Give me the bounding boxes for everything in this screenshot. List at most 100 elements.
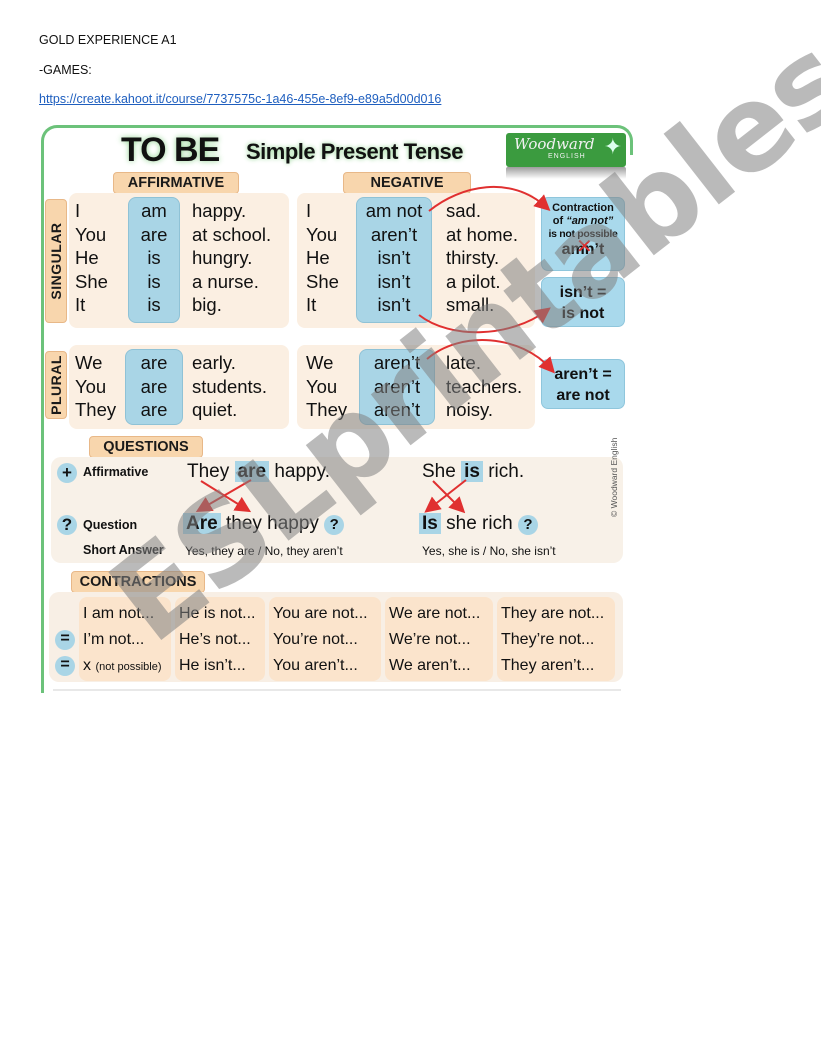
ex1-subject: They	[187, 461, 230, 482]
short-answer-label: Short Answer	[83, 543, 164, 557]
infographic-subtitle: Simple Present Tense	[246, 139, 464, 164]
ex2-verb: is	[461, 461, 483, 482]
table-cell-subject: She	[75, 270, 108, 292]
ex2-question-verb: Is	[419, 513, 441, 534]
table-cell-verb: are	[140, 223, 168, 245]
contraction-full: We are not...	[389, 605, 481, 622]
ex1-rest: happy.	[274, 461, 330, 482]
table-cell-verb: are	[140, 399, 168, 420]
table-cell-subject: They	[75, 399, 117, 420]
question-label: Question	[83, 518, 138, 532]
contraction-short1: We’re not...	[389, 631, 471, 648]
kahoot-link[interactable]: https://create.kahoot.it/course/7737575c…	[39, 92, 441, 106]
table-cell-verb: are	[140, 375, 168, 397]
contraction-full: He is not...	[179, 605, 256, 622]
arent-note-line2: are not	[556, 387, 610, 404]
logo-sub: ENGLISH	[548, 153, 586, 160]
ex2-short-answer: Yes, she is / No, she isn’t	[422, 544, 556, 558]
table-cell-verb: are	[140, 352, 168, 373]
amnot-note-line2: of “am not”	[542, 215, 624, 228]
table-cell-subject: I	[306, 200, 312, 221]
document-heading: GOLD EXPERIENCE A1	[39, 33, 177, 47]
table-cell-verb: isn’t	[377, 270, 411, 292]
amnot-note-line1: Contraction	[552, 202, 614, 214]
table-cell-subject: It	[306, 294, 317, 315]
contraction-short1: They’re not...	[501, 631, 595, 648]
ex2-affirmative: She is rich.	[422, 461, 524, 483]
isnt-note: isn’t = is not	[541, 277, 625, 327]
woodward-logo: Woodward ENGLISH ✦	[506, 133, 626, 167]
table-cell-subject: They	[306, 399, 348, 420]
affirmative-label: Affirmative	[83, 465, 149, 479]
singular-label: SINGULAR	[48, 222, 64, 300]
contraction-not-possible: x (not possible)	[83, 653, 162, 680]
table-cell-verb: is	[147, 270, 161, 292]
plural-tag: PLURAL	[45, 351, 67, 419]
cross-mark-icon: ✕	[576, 236, 593, 258]
ex1-question-verb: Are	[183, 513, 221, 534]
ex2-subject: She	[422, 461, 456, 482]
table-cell-complement: quiet.	[192, 399, 238, 420]
table-cell-subject: It	[75, 294, 86, 315]
contractions-tag: CONTRACTIONS	[71, 571, 205, 593]
table-cell-complement: a nurse.	[192, 270, 259, 292]
table-cell-subject: You	[75, 223, 107, 245]
affirmative-tag: AFFIRMATIVE	[113, 172, 239, 194]
copyright-note: © Woodward English	[609, 437, 619, 517]
fern-icon: ✦	[603, 135, 622, 160]
logo-name: Woodward	[514, 135, 595, 153]
table-cell-verb: isn’t	[377, 294, 411, 315]
question-icon: ?	[57, 515, 77, 535]
ex1-short-answer: Yes, they are / No, they aren’t	[185, 544, 343, 558]
arent-note-line1: aren’t =	[554, 366, 612, 383]
table-cell-complement: noisy.	[446, 399, 493, 420]
table-cell-verb: aren’t	[373, 375, 421, 397]
table-cell-complement: teachers.	[446, 375, 523, 397]
table-cell-complement: hungry.	[192, 247, 253, 268]
to-be-infographic: TO BE Simple Present Tense Woodward ENGL…	[41, 125, 637, 695]
table-cell-complement: at home.	[446, 223, 518, 245]
questions-tag: QUESTIONS	[89, 436, 203, 458]
ex1-verb: are	[234, 461, 270, 482]
table-cell-verb: isn’t	[377, 247, 411, 268]
arent-note: aren’t = are not	[541, 359, 625, 409]
infographic-title: TO BE	[121, 131, 220, 169]
contraction-short2: He isn’t...	[179, 657, 246, 674]
table-cell-subject: We	[75, 352, 103, 373]
contraction-full: They are not...	[501, 605, 605, 622]
negative-tag: NEGATIVE	[343, 172, 471, 194]
contraction-full: I am not...	[83, 605, 155, 622]
contraction-short1: You’re not...	[273, 631, 358, 648]
plural-label: PLURAL	[48, 355, 64, 415]
table-cell-complement: happy.	[192, 200, 247, 221]
isnt-note-line1: isn’t =	[559, 284, 607, 301]
contraction-short1: I’m not...	[83, 631, 145, 648]
table-cell-complement: sad.	[446, 200, 481, 221]
table-cell-complement: a pilot.	[446, 270, 501, 292]
table-cell-subject: We	[306, 352, 334, 373]
bottom-divider	[53, 689, 621, 691]
amnot-note-prefix: of	[552, 215, 567, 227]
equals-icon: =	[55, 630, 75, 650]
ex1-question-rest: they happy	[225, 513, 319, 534]
contraction-full: You are not...	[273, 605, 368, 622]
table-cell-verb: aren’t	[373, 352, 421, 373]
question-mark-icon: ?	[517, 515, 538, 535]
contraction-short2: You aren’t...	[273, 657, 358, 674]
ex2-question-rest: she rich	[446, 513, 513, 534]
table-cell-verb: is	[147, 247, 161, 268]
amnot-note-emphasis: “am not”	[566, 215, 614, 227]
table-cell-complement: late.	[446, 352, 481, 373]
table-cell-verb: aren’t	[370, 223, 418, 245]
table-cell-subject: He	[306, 247, 330, 268]
table-cell-complement: early.	[192, 352, 236, 373]
table-cell-complement: big.	[192, 294, 222, 315]
contraction-short1: He’s not...	[179, 631, 251, 648]
table-cell-complement: thirsty.	[446, 247, 500, 268]
ex2-rest: rich.	[488, 461, 525, 482]
singular-tag: SINGULAR	[45, 199, 67, 323]
table-cell-complement: small.	[446, 294, 495, 315]
ex1-question: Are they happy ?	[183, 513, 345, 535]
table-cell-subject: I	[75, 200, 81, 221]
table-cell-subject: You	[75, 375, 107, 397]
